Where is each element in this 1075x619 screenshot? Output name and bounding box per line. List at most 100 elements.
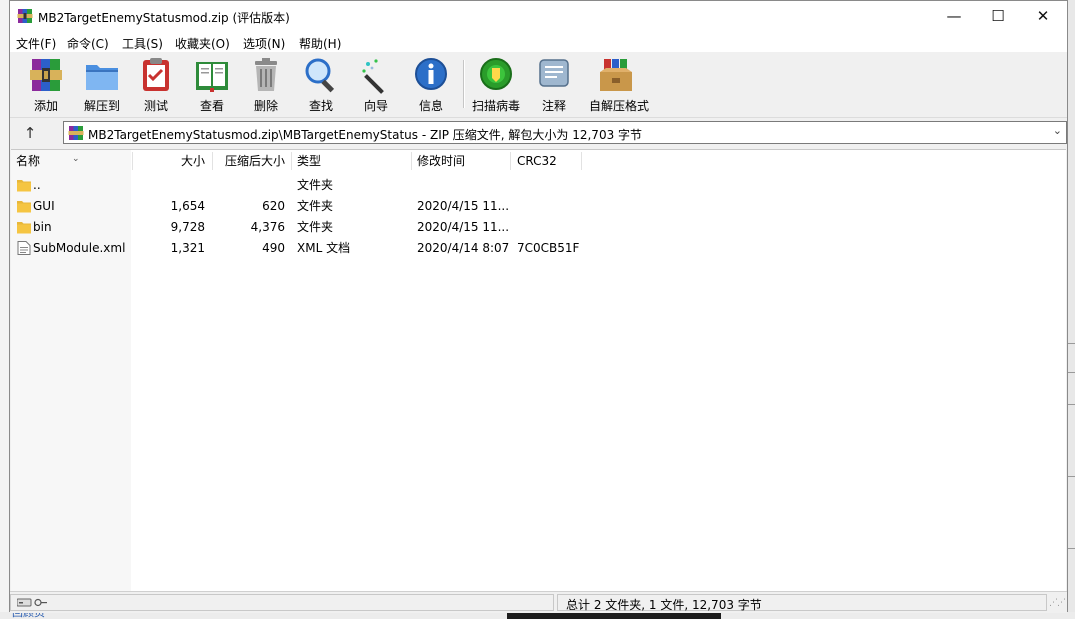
add-label: 添加 [33, 99, 58, 113]
file-modified: 2020/4/15 11... [417, 199, 510, 213]
drive-key-icon [17, 598, 47, 607]
file-row[interactable]: GUI 1,654 620 文件夹 2020/4/15 11... [11, 196, 1066, 217]
comment-icon [539, 59, 569, 87]
address-bar[interactable]: MB2TargetEnemyStatusmod.zip\MBTargetEnem… [63, 121, 1067, 144]
desktop-divider [1068, 548, 1075, 549]
file-name: GUI [33, 199, 55, 213]
resize-grip-icon[interactable]: ⋰⋰ [1049, 598, 1066, 608]
status-bar: 总计 2 文件夹, 1 文件, 12,703 字节 ⋰⋰ [10, 591, 1067, 613]
column-header-packed[interactable]: 压缩后大小 [213, 150, 285, 172]
desktop-divider [1068, 404, 1075, 405]
extract-folder-icon [86, 65, 118, 90]
extract-to-label: 解压到 [83, 99, 120, 113]
test-label: 测试 [143, 99, 168, 113]
file-name: bin [33, 220, 52, 234]
sfx-button[interactable]: 自解压格式 [589, 56, 650, 113]
file-size: 1,321 [170, 241, 205, 255]
toolbar: 添加 解压到 测试 查看 删除 查找 向导 信息 扫描病毒 注释 自解压格式 [10, 52, 1067, 115]
desktop-divider [1068, 343, 1075, 344]
delete-button[interactable]: 删除 [239, 56, 293, 113]
sort-caret-icon: ⌄ [72, 154, 80, 164]
desktop-divider [1068, 476, 1075, 477]
wizard-button[interactable]: 向导 [349, 56, 403, 113]
column-header-size[interactable]: 大小 [133, 150, 205, 172]
view-button[interactable]: 查看 [185, 56, 239, 113]
column-header-name[interactable]: 名称 ⌄ [16, 150, 126, 172]
desktop-right-strip [1068, 0, 1075, 619]
menu-help[interactable]: 帮助(H) [299, 35, 341, 52]
virus-scan-icon [480, 58, 512, 90]
test-button[interactable]: 测试 [129, 56, 183, 113]
sfx-label: 自解压格式 [589, 99, 650, 113]
file-type: XML 文档 [297, 241, 351, 255]
desktop-left-strip [0, 0, 9, 619]
column-header-name-label: 名称 [16, 154, 41, 168]
folder-icon [17, 222, 31, 234]
file-size: 9,728 [170, 220, 205, 234]
file-modified: 2020/4/15 11... [417, 220, 510, 234]
status-right-pane: 总计 2 文件夹, 1 文件, 12,703 字节 [557, 594, 1047, 612]
winrar-app-icon [17, 9, 33, 23]
add-button[interactable]: 添加 [19, 56, 73, 113]
archive-icon [68, 126, 84, 140]
file-row[interactable]: bin 9,728 4,376 文件夹 2020/4/15 11... [11, 217, 1066, 238]
maximize-icon: ☐ [991, 7, 1005, 25]
column-separator[interactable] [581, 152, 582, 170]
column-separator[interactable] [411, 152, 412, 170]
menu-commands[interactable]: 命令(C) [67, 35, 109, 52]
minimize-button[interactable]: — [931, 1, 977, 32]
menu-file[interactable]: 文件(F) [16, 35, 56, 52]
virus-scan-label: 扫描病毒 [471, 99, 520, 113]
up-folder-button[interactable]: ↑ [18, 123, 42, 143]
status-left-pane [10, 594, 554, 611]
xml-file-icon [17, 241, 31, 255]
column-header-crc[interactable]: CRC32 [517, 150, 577, 172]
virus-scan-button[interactable]: 扫描病毒 [469, 56, 523, 113]
column-header-type[interactable]: 类型 [297, 150, 407, 172]
trash-icon [255, 58, 277, 91]
desktop-divider [1068, 372, 1075, 373]
comment-label: 注释 [541, 99, 566, 113]
menu-favorites[interactable]: 收藏夹(O) [175, 35, 230, 52]
column-separator[interactable] [291, 152, 292, 170]
maximize-button[interactable]: ☐ [975, 1, 1021, 32]
extract-to-button[interactable]: 解压到 [75, 56, 129, 113]
info-icon [415, 58, 447, 90]
delete-label: 删除 [253, 99, 278, 113]
find-button[interactable]: 查找 [294, 56, 348, 113]
desktop-dark-panel [507, 612, 721, 619]
info-button[interactable]: 信息 [404, 56, 458, 113]
comment-button[interactable]: 注释 [527, 56, 581, 113]
chevron-down-icon[interactable]: ⌄ [1053, 124, 1062, 137]
file-name: .. [33, 178, 41, 192]
view-label: 查看 [199, 99, 224, 113]
winrar-window: MB2TargetEnemyStatusmod.zip (评估版本) — ☐ ✕… [9, 0, 1068, 613]
close-button[interactable]: ✕ [1020, 1, 1066, 32]
wizard-label: 向导 [363, 99, 388, 113]
file-type: 文件夹 [297, 178, 334, 192]
column-separator[interactable] [510, 152, 511, 170]
file-packed-size: 490 [262, 241, 285, 255]
window-title: MB2TargetEnemyStatusmod.zip (评估版本) [38, 11, 290, 25]
test-clipboard-icon [143, 58, 169, 91]
file-modified: 2020/4/14 8:07 [417, 241, 510, 255]
file-size: 1,654 [170, 199, 205, 213]
menu-tools[interactable]: 工具(S) [122, 35, 163, 52]
sfx-box-icon [600, 59, 632, 91]
menu-options[interactable]: 选项(N) [243, 35, 285, 52]
file-packed-size: 620 [262, 199, 285, 213]
file-type: 文件夹 [297, 220, 334, 234]
status-summary: 总计 2 文件夹, 1 文件, 12,703 字节 [566, 598, 762, 612]
file-row[interactable]: SubModule.xml 1,321 490 XML 文档 2020/4/14… [11, 238, 1066, 259]
file-packed-size: 4,376 [250, 220, 285, 234]
address-row: ↑ MB2TargetEnemyStatusmod.zip\MBTargetEn… [10, 117, 1067, 148]
column-header-modified[interactable]: 修改时间 [417, 150, 507, 172]
address-path: MB2TargetEnemyStatusmod.zip\MBTargetEnem… [88, 128, 643, 142]
file-list[interactable]: 名称 ⌄ 大小 压缩后大小 类型 修改时间 CRC32 .. 文件夹 GUI 1… [11, 149, 1066, 591]
title-bar[interactable]: MB2TargetEnemyStatusmod.zip (评估版本) — ☐ ✕ [10, 1, 1067, 32]
file-name: SubModule.xml [33, 241, 126, 255]
find-label: 查找 [308, 99, 333, 113]
file-type: 文件夹 [297, 199, 334, 213]
file-row[interactable]: .. 文件夹 [11, 175, 1066, 196]
menu-bar: 文件(F) 命令(C) 工具(S) 收藏夹(O) 选项(N) 帮助(H) [10, 32, 1067, 52]
